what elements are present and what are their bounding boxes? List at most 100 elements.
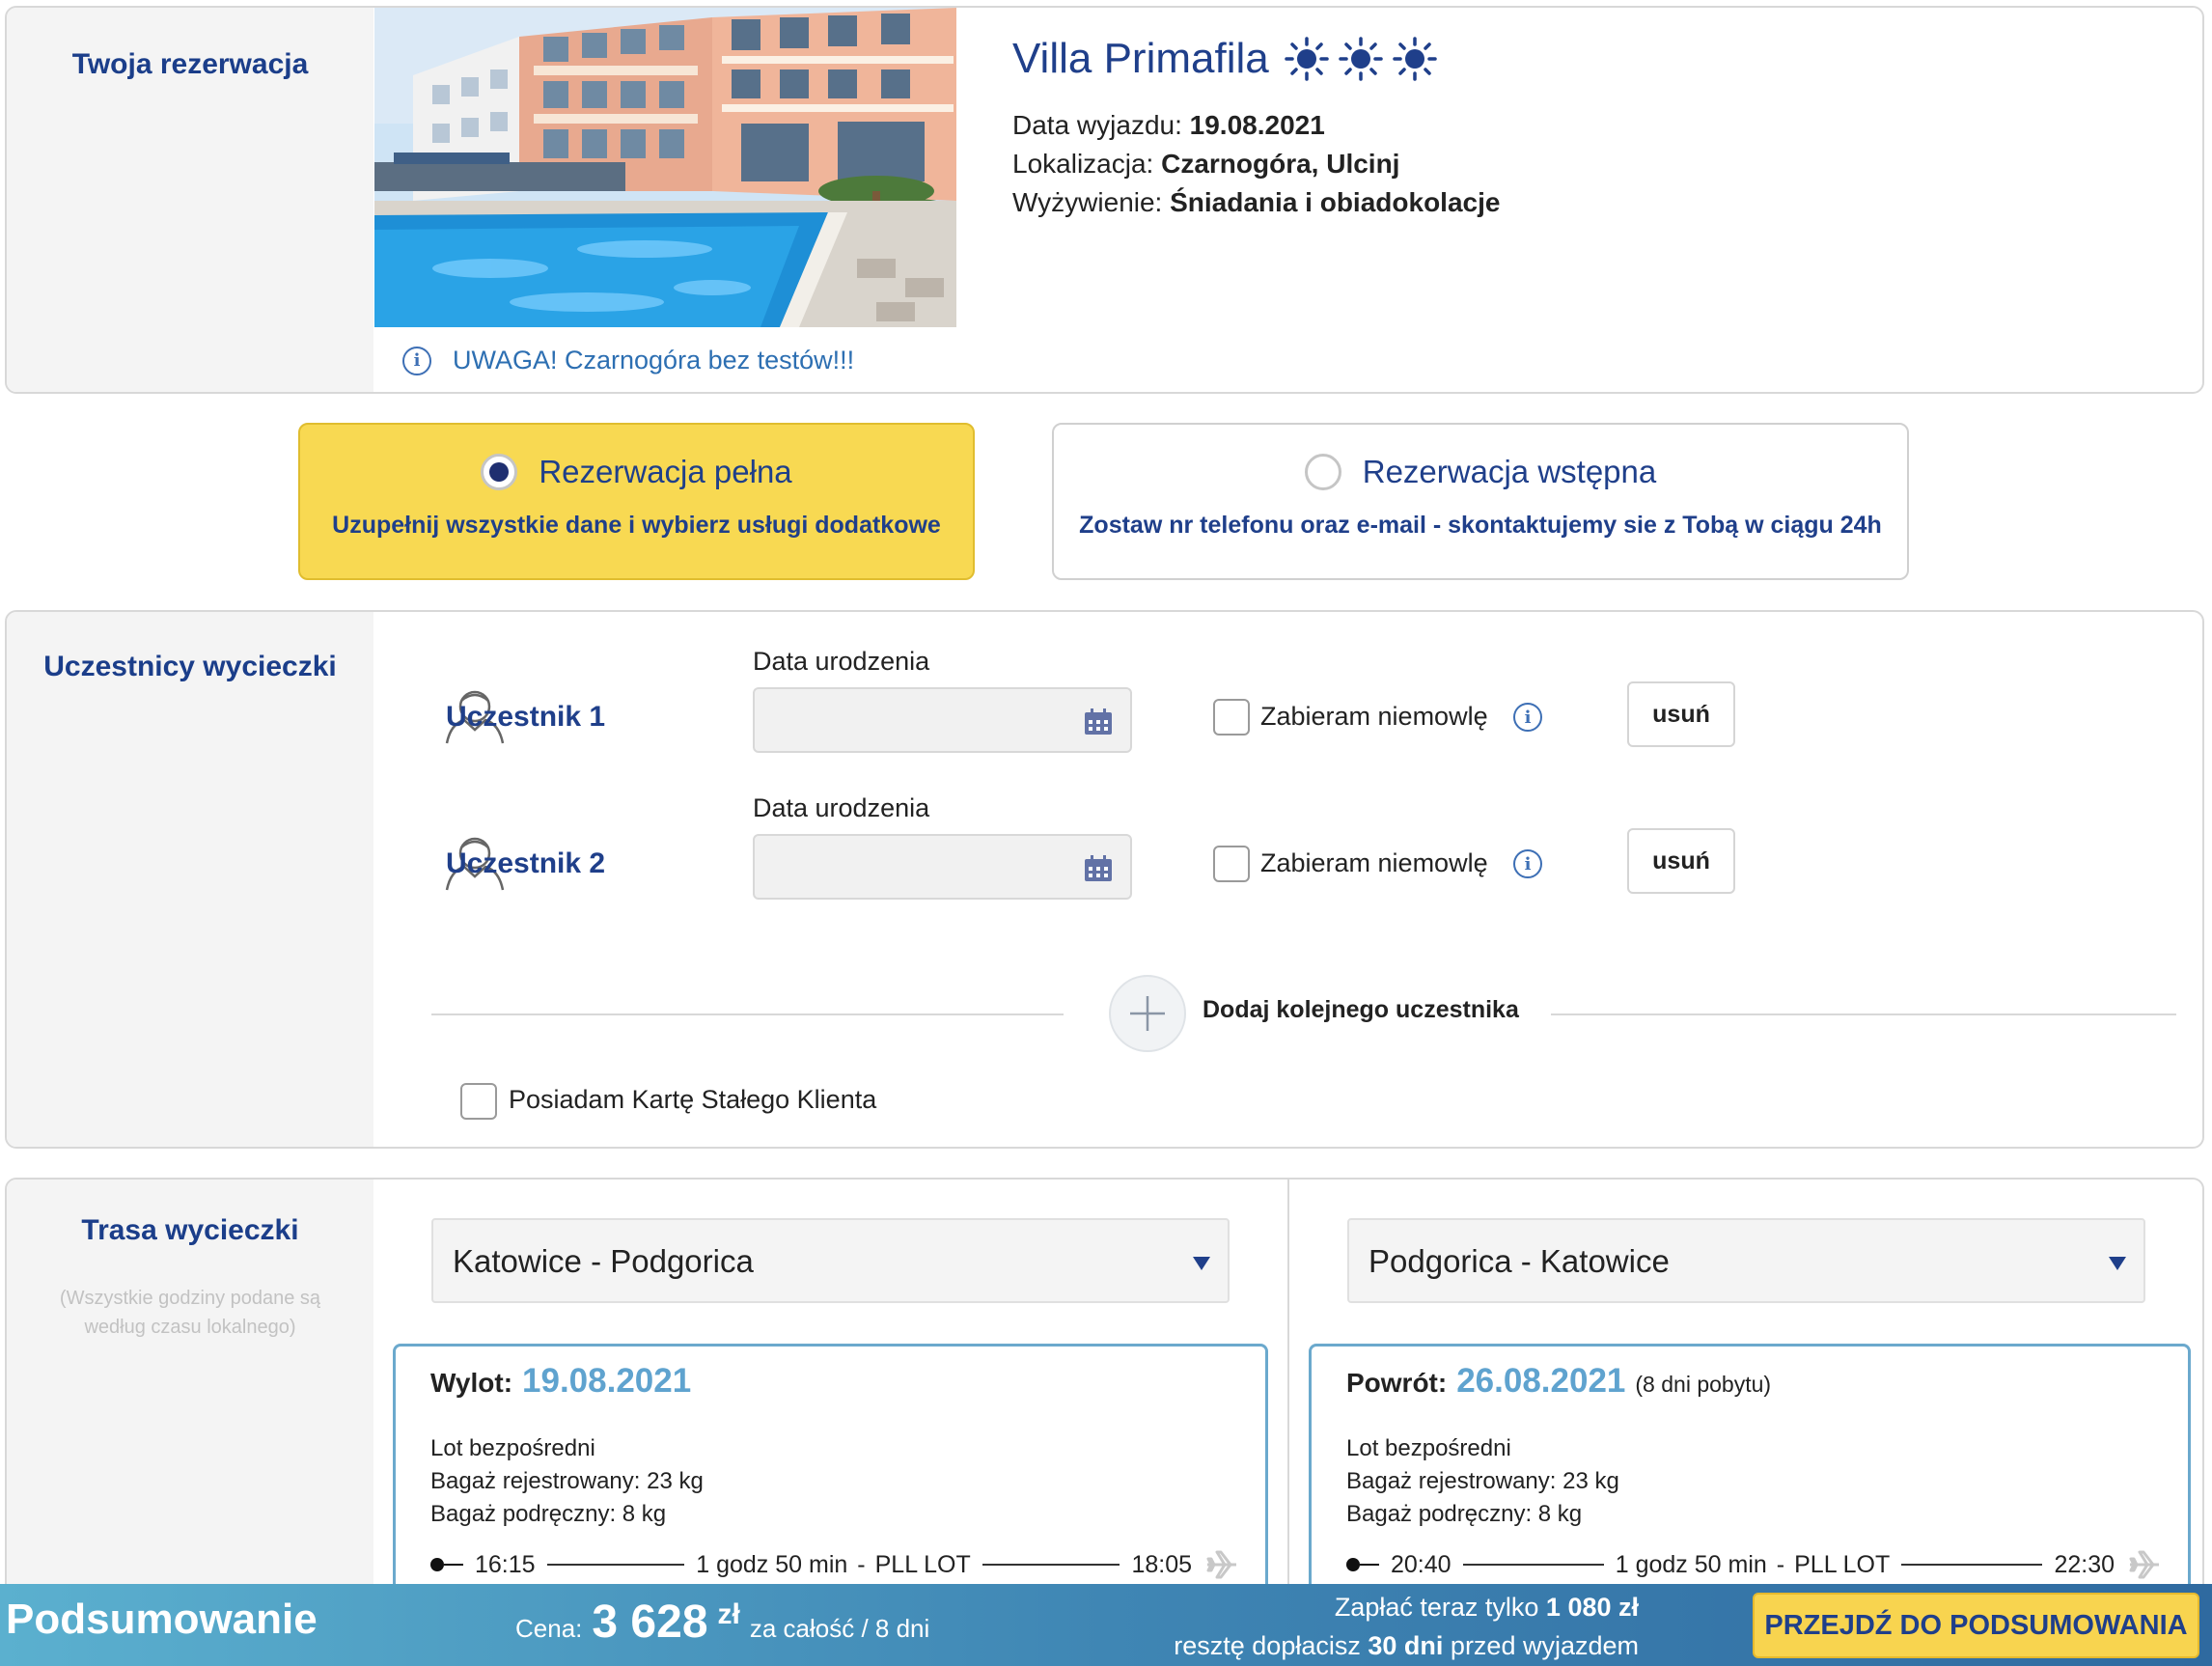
pay-rest-prefix: resztę dopłacisz bbox=[1174, 1631, 1361, 1660]
return-extra: (8 dni pobytu) bbox=[1635, 1372, 1772, 1397]
participant-2-name: Uczestnik 2 bbox=[446, 847, 606, 879]
participants-sidebar bbox=[7, 612, 373, 1147]
return-flight-head: Powrót: 26.08.2021 (8 dni pobytu) bbox=[1346, 1362, 1771, 1401]
participant-1-dob-input[interactable] bbox=[753, 687, 1132, 753]
radio-full-reservation[interactable] bbox=[481, 454, 518, 490]
participant-2-remove-button[interactable]: usuń bbox=[1627, 828, 1735, 894]
return-route-select[interactable]: Podgorica - Katowice bbox=[1347, 1218, 2145, 1303]
outbound-label: Wylot: bbox=[430, 1368, 513, 1398]
location-value: Czarnogóra, Ulcinj bbox=[1161, 149, 1400, 179]
departure-label: Data wyjazdu: bbox=[1012, 110, 1182, 140]
hotel-title: Villa Primafila bbox=[1012, 35, 1437, 83]
option-full-reservation[interactable]: Rezerwacja pełna Uzupełnij wszystkie dan… bbox=[298, 423, 975, 580]
return-hand-baggage: Bagaż podręczny: 8 kg bbox=[1346, 1501, 1583, 1527]
option-preliminary-subtitle: Zostaw nr telefonu oraz e-mail - skontak… bbox=[1079, 512, 1882, 539]
timeline-line bbox=[1901, 1564, 2043, 1566]
loyalty-card-label: Posiadam Kartę Stałego Klienta bbox=[509, 1085, 877, 1114]
participant-1-dob-label: Data urodzenia bbox=[753, 647, 930, 676]
location: Lokalizacja: Czarnogóra, Ulcinj bbox=[1012, 149, 1399, 180]
price-currency: zł bbox=[717, 1598, 740, 1630]
sun-icon bbox=[1284, 37, 1329, 81]
calendar-icon[interactable] bbox=[1084, 708, 1113, 736]
airplane-icon bbox=[1206, 1550, 1236, 1579]
participant-1-name: Uczestnik 1 bbox=[446, 701, 606, 733]
outbound-route-select[interactable]: Katowice - Podgorica bbox=[431, 1218, 1230, 1303]
hotel-photo[interactable] bbox=[374, 8, 956, 327]
timeline-dash: - bbox=[857, 1550, 866, 1578]
pay-now-prefix: Zapłać teraz tylko bbox=[1334, 1593, 1539, 1622]
outbound-airline: PLL LOT bbox=[874, 1550, 971, 1578]
meals: Wyżywienie: Śniadania i obiadokolacje bbox=[1012, 187, 1500, 218]
timeline-stub bbox=[1360, 1564, 1379, 1566]
option-preliminary-reservation[interactable]: Rezerwacja wstępna Zostaw nr telefonu or… bbox=[1052, 423, 1909, 580]
return-duration: 1 godz 50 min bbox=[1615, 1550, 1767, 1578]
summary-bar: Podsumowanie Cena: 3 628 zł za całość / … bbox=[0, 1584, 2212, 1666]
divider bbox=[1551, 1013, 2176, 1015]
payment-info: Zapłać teraz tylko 1 080 zł resztę dopła… bbox=[1174, 1588, 1639, 1665]
hotel-name: Villa Primafila bbox=[1012, 35, 1269, 82]
timeline-dash: - bbox=[1776, 1550, 1785, 1578]
timeline-line bbox=[546, 1564, 685, 1566]
return-date: 26.08.2021 bbox=[1456, 1362, 1626, 1400]
airplane-icon bbox=[2129, 1550, 2159, 1579]
location-label: Lokalizacja: bbox=[1012, 149, 1154, 179]
return-dep-time: 20:40 bbox=[1391, 1550, 1452, 1578]
participant-1-remove-button[interactable]: usuń bbox=[1627, 681, 1735, 747]
return-route-value: Podgorica - Katowice bbox=[1369, 1243, 1670, 1279]
option-full-title: Rezerwacja pełna bbox=[539, 454, 792, 489]
route-section-title: Trasa wycieczki bbox=[81, 1214, 299, 1246]
departure-date: Data wyjazdu: 19.08.2021 bbox=[1012, 110, 1325, 141]
info-icon: i bbox=[402, 346, 431, 375]
covid-notice[interactable]: i UWAGA! Czarnogóra bez testów!!! bbox=[402, 346, 854, 375]
radio-preliminary-reservation[interactable] bbox=[1304, 454, 1341, 490]
pay-now-line: Zapłać teraz tylko 1 080 zł bbox=[1174, 1588, 1639, 1626]
summary-price: Cena: 3 628 zł za całość / 8 dni bbox=[515, 1596, 929, 1649]
add-participant-label[interactable]: Dodaj kolejnego uczestnika bbox=[1203, 996, 1519, 1024]
summary-title: Podsumowanie bbox=[6, 1596, 318, 1643]
participant-2-dob-input[interactable] bbox=[753, 834, 1132, 900]
departure-dot-icon bbox=[430, 1558, 444, 1571]
return-label: Powrót: bbox=[1346, 1368, 1448, 1398]
option-preliminary-title: Rezerwacja wstępna bbox=[1362, 454, 1657, 489]
outbound-hand-baggage: Bagaż podręczny: 8 kg bbox=[430, 1501, 667, 1527]
go-to-summary-button[interactable]: PRZEJDŹ DO PODSUMOWANIA bbox=[1753, 1593, 2199, 1658]
hotel-rating bbox=[1284, 37, 1437, 81]
participant-2-infant-checkbox[interactable] bbox=[1213, 846, 1250, 882]
outbound-date: 19.08.2021 bbox=[522, 1362, 692, 1400]
participant-1-infant-checkbox[interactable] bbox=[1213, 699, 1250, 736]
booking-panel: Twoja rezerwacja i UWAGA! Czarnogóra bez… bbox=[5, 6, 2204, 394]
loyalty-card-checkbox[interactable] bbox=[460, 1083, 497, 1120]
pay-rest-suffix: przed wyjazdem bbox=[1450, 1631, 1639, 1660]
meals-label: Wyżywienie: bbox=[1012, 187, 1163, 217]
participants-section-title: Uczestnicy wycieczki bbox=[43, 651, 337, 682]
pay-now-amount: 1 080 zł bbox=[1545, 1593, 1639, 1622]
info-icon[interactable]: i bbox=[1513, 849, 1542, 878]
pay-rest-line: resztę dopłacisz 30 dni przed wyjazdem bbox=[1174, 1626, 1639, 1665]
plus-icon bbox=[1130, 996, 1165, 1031]
return-flight-type: Lot bezpośredni bbox=[1346, 1435, 1511, 1461]
caret-down-icon bbox=[2109, 1257, 2126, 1270]
timeline-line bbox=[982, 1564, 1120, 1566]
calendar-icon[interactable] bbox=[1084, 855, 1113, 882]
info-icon[interactable]: i bbox=[1513, 703, 1542, 732]
timeline-stub bbox=[444, 1564, 463, 1566]
outbound-route-value: Katowice - Podgorica bbox=[453, 1243, 754, 1279]
departure-dot-icon bbox=[1346, 1558, 1360, 1571]
caret-down-icon bbox=[1193, 1257, 1210, 1270]
return-arr-time: 22:30 bbox=[2054, 1550, 2115, 1578]
booking-section-title: Twoja rezerwacja bbox=[71, 48, 309, 80]
option-full-subtitle: Uzupełnij wszystkie dane i wybierz usług… bbox=[332, 512, 941, 539]
outbound-dep-time: 16:15 bbox=[475, 1550, 536, 1578]
return-timeline: 20:40 1 godz 50 min - PLL LOT 22:30 bbox=[1346, 1547, 2161, 1582]
price-value: 3 628 bbox=[592, 1597, 708, 1648]
divider bbox=[431, 1013, 1064, 1015]
return-airline: PLL LOT bbox=[1794, 1550, 1891, 1578]
outbound-flight-type: Lot bezpośredni bbox=[430, 1435, 595, 1461]
participant-2-infant-label: Zabieram niemowlę bbox=[1260, 848, 1488, 877]
add-participant-button[interactable] bbox=[1109, 975, 1186, 1052]
option-full-head: Rezerwacja pełna bbox=[300, 454, 973, 490]
timeline-line bbox=[1462, 1564, 1604, 1566]
route-timezone-note: (Wszystkie godziny podane są według czas… bbox=[59, 1288, 321, 1338]
outbound-arr-time: 18:05 bbox=[1131, 1550, 1192, 1578]
price-label: Cena: bbox=[515, 1614, 583, 1643]
